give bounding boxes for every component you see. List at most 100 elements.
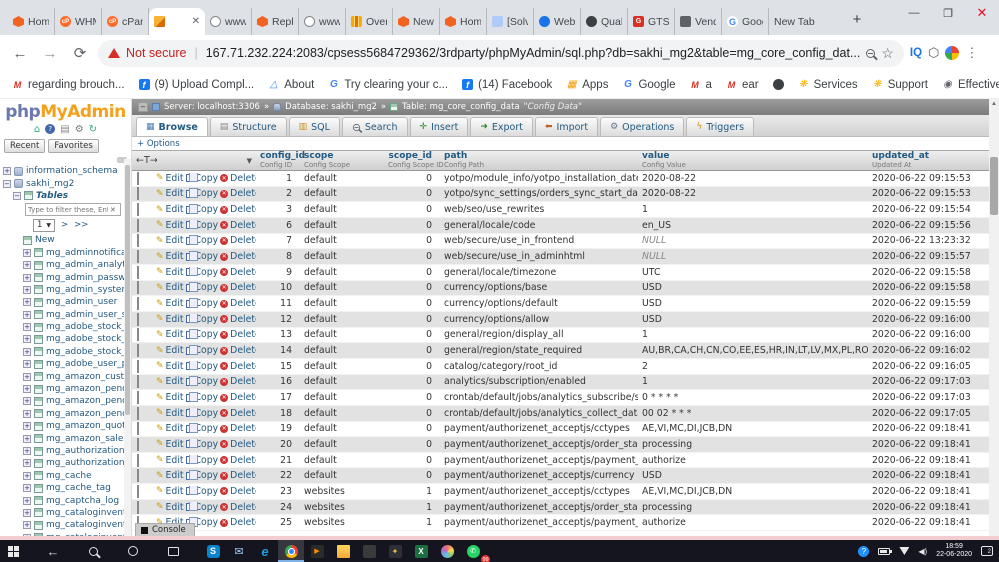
- browser-tab[interactable]: Web: [534, 8, 581, 35]
- table-name[interactable]: mg_admin_user_sessi: [46, 310, 131, 320]
- close-button[interactable]: ✕: [965, 0, 999, 26]
- sidebar-table-item[interactable]: mg_cataloginventory_: [23, 519, 131, 531]
- copy-link[interactable]: Copy: [186, 486, 219, 497]
- delete-link[interactable]: Delete: [220, 188, 256, 199]
- taskbar-app-chrome[interactable]: [278, 540, 304, 562]
- sidebar-table-item[interactable]: mg_adobe_user_profil: [23, 358, 131, 370]
- close-tab-icon[interactable]: ✕: [192, 16, 200, 27]
- delete-link[interactable]: Delete: [220, 314, 256, 325]
- start-button[interactable]: [0, 540, 26, 562]
- edit-link[interactable]: ✎Edit: [156, 376, 184, 387]
- table-name[interactable]: mg_adobe_stock_asse: [46, 322, 131, 332]
- expand-icon[interactable]: [23, 335, 31, 343]
- pma-tab-triggers[interactable]: ϟTriggers: [686, 117, 754, 136]
- delete-link[interactable]: Delete: [220, 235, 256, 246]
- column-header-value[interactable]: valueConfig Value: [638, 152, 868, 169]
- bookmark-item[interactable]: About: [268, 79, 314, 91]
- expand-icon[interactable]: [23, 323, 31, 331]
- column-header-scope-id[interactable]: scope_idConfig Scope ID: [384, 152, 440, 169]
- table-name[interactable]: mg_admin_user: [46, 297, 117, 307]
- delete-link[interactable]: Delete: [220, 361, 256, 372]
- copy-link[interactable]: Copy: [186, 204, 219, 215]
- extensions-puzzle-icon[interactable]: ⬡: [928, 45, 939, 61]
- page-scrollbar-thumb[interactable]: [990, 157, 998, 215]
- collapse-icon[interactable]: [3, 180, 11, 188]
- edit-link[interactable]: ✎Edit: [156, 329, 184, 340]
- edit-link[interactable]: ✎Edit: [156, 251, 184, 262]
- table-name[interactable]: mg_adminnotification_: [46, 248, 131, 258]
- bookmark-item[interactable]: (14) Facebook: [462, 79, 552, 91]
- edit-link[interactable]: ✎Edit: [156, 220, 184, 231]
- row-checkbox[interactable]: [137, 469, 139, 482]
- breadcrumb-database[interactable]: Database: sakhi_mg2: [285, 102, 377, 112]
- bookmark-item[interactable]: (9) Upload Compl...: [139, 79, 255, 91]
- row-checkbox[interactable]: [137, 203, 139, 216]
- bookmark-item[interactable]: regarding brouch...: [12, 79, 125, 91]
- expand-icon[interactable]: [23, 373, 31, 381]
- pma-tab-browse[interactable]: ▦Browse: [136, 117, 208, 136]
- clear-filter-icon[interactable]: ✕: [110, 206, 118, 214]
- tree-label[interactable]: Tables: [36, 191, 68, 201]
- maximize-button[interactable]: ❐: [931, 0, 965, 26]
- delete-link[interactable]: Delete: [220, 376, 256, 387]
- row-checkbox[interactable]: [137, 485, 139, 498]
- table-name[interactable]: mg_amazon_pending_: [46, 384, 131, 394]
- delete-link[interactable]: Delete: [220, 517, 256, 528]
- edit-link[interactable]: ✎Edit: [156, 455, 184, 466]
- browser-tab[interactable]: Hom: [8, 8, 55, 35]
- pma-tab-search[interactable]: Search: [342, 117, 408, 136]
- row-checkbox[interactable]: [137, 297, 139, 310]
- sidebar-table-item[interactable]: mg_admin_user: [23, 296, 131, 308]
- sidebar-table-item[interactable]: mg_amazon_quote: [23, 420, 131, 432]
- copy-link[interactable]: Copy: [186, 282, 219, 293]
- table-name[interactable]: mg_amazon_custome: [46, 372, 131, 382]
- row-checkbox[interactable]: [137, 266, 139, 279]
- table-name[interactable]: mg_admin_analytics_u: [46, 260, 131, 270]
- browser-tab[interactable]: GTS: [628, 8, 675, 35]
- sidebar-table-item[interactable]: mg_authorization_role: [23, 445, 131, 457]
- pma-tab-import[interactable]: ⬅Import: [535, 117, 598, 136]
- tree-item-tables[interactable]: Tables: [13, 190, 131, 202]
- zoom-icon[interactable]: [866, 49, 875, 58]
- table-name[interactable]: mg_adobe_user_profil: [46, 359, 131, 369]
- task-view-icon[interactable]: [160, 540, 186, 562]
- browser-tab-active[interactable]: ✕: [149, 8, 205, 35]
- expand-icon[interactable]: [23, 385, 31, 393]
- copy-link[interactable]: Copy: [186, 251, 219, 262]
- taskbar-app-paint[interactable]: [434, 540, 460, 562]
- reload-icon[interactable]: ⟳: [68, 41, 92, 65]
- table-name[interactable]: mg_authorization_role: [46, 446, 131, 456]
- row-checkbox[interactable]: [137, 281, 139, 294]
- sidebar-table-item[interactable]: mg_adobe_stock_crea: [23, 346, 131, 358]
- address-bar[interactable]: Not secure | 167.71.232.224:2083/cpsess5…: [98, 40, 904, 67]
- taskbar-app-skype[interactable]: S: [200, 540, 226, 562]
- expand-icon[interactable]: [23, 484, 31, 492]
- copy-link[interactable]: Copy: [186, 470, 219, 481]
- console-toggle[interactable]: Console: [135, 523, 195, 536]
- expand-icon[interactable]: [23, 459, 31, 467]
- docs-icon[interactable]: ▤: [60, 124, 69, 135]
- browser-menu-icon[interactable]: ⋮: [965, 45, 978, 61]
- last-page-link[interactable]: >>: [74, 220, 88, 230]
- copy-link[interactable]: Copy: [186, 235, 219, 246]
- row-checkbox[interactable]: [137, 219, 139, 232]
- expand-icon[interactable]: [3, 167, 11, 175]
- delete-link[interactable]: Delete: [220, 345, 256, 356]
- help-icon[interactable]: ?: [45, 124, 55, 134]
- edit-link[interactable]: ✎Edit: [156, 423, 184, 434]
- bookmark-star-icon[interactable]: ☆: [881, 45, 894, 62]
- browser-tab[interactable]: New: [393, 8, 440, 35]
- taskbar-clock[interactable]: 18:59 22-06-2020: [936, 543, 972, 559]
- delete-link[interactable]: Delete: [220, 423, 256, 434]
- sidebar-table-item[interactable]: mg_adobe_stock_asse: [23, 321, 131, 333]
- bookmark-item[interactable]: Effective SEO Tech...: [942, 79, 999, 91]
- forward-icon[interactable]: →: [38, 41, 62, 65]
- pma-tab-export[interactable]: ➜Export: [470, 117, 533, 136]
- browser-tab[interactable]: Qual: [581, 8, 628, 35]
- delete-link[interactable]: Delete: [220, 455, 256, 466]
- copy-link[interactable]: Copy: [186, 267, 219, 278]
- sidebar-table-item[interactable]: mg_cataloginventory_: [23, 507, 131, 519]
- edit-link[interactable]: ✎Edit: [156, 298, 184, 309]
- tree-item-new[interactable]: New: [23, 234, 131, 246]
- delete-link[interactable]: Delete: [220, 204, 256, 215]
